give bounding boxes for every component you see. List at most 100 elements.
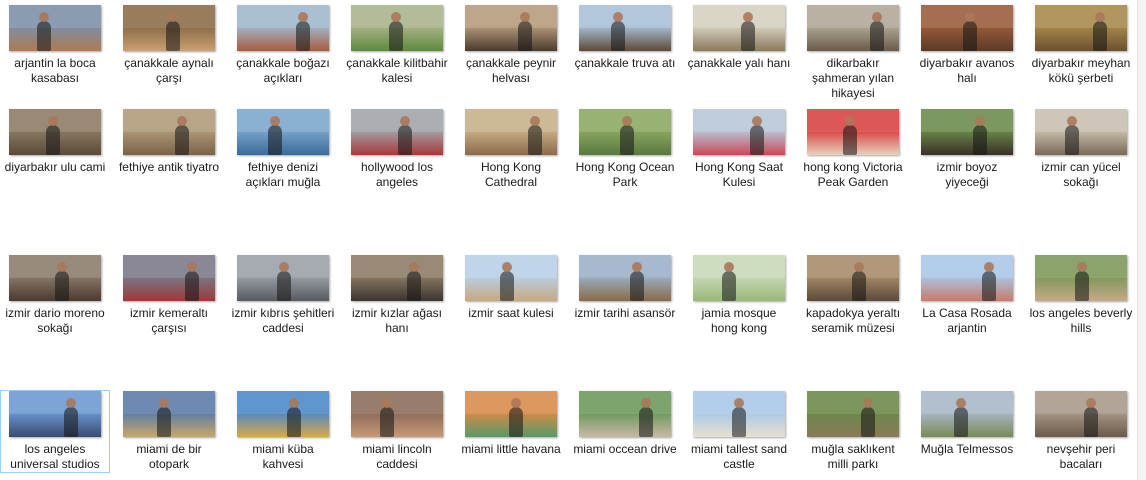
file-item[interactable]: los angeles universal studios xyxy=(0,390,110,473)
video-thumbnail xyxy=(9,391,101,437)
video-thumbnail xyxy=(123,5,215,51)
file-name: los angeles universal studios xyxy=(10,442,100,471)
video-thumbnail xyxy=(807,391,899,437)
video-thumbnail xyxy=(921,5,1013,51)
file-item[interactable]: izmir kızlar ağası hanı xyxy=(342,254,452,337)
file-name: dikarbakır şahmeran yılan hikayesi xyxy=(811,56,895,100)
person-figure xyxy=(750,116,765,155)
file-name: miami de bir otopark xyxy=(136,442,202,471)
video-thumbnail xyxy=(351,255,443,301)
file-item[interactable]: Hong Kong Saat Kulesi xyxy=(684,108,794,191)
file-item[interactable]: çanakkale boğazı açıkları xyxy=(228,4,338,87)
file-item[interactable]: miami de bir otopark xyxy=(114,390,224,473)
file-item[interactable]: La Casa Rosada arjantin xyxy=(912,254,1022,337)
video-thumbnail xyxy=(123,255,215,301)
file-item[interactable]: diyarbakır ulu cami xyxy=(0,108,110,176)
person-figure xyxy=(1074,262,1089,301)
file-item[interactable]: miami occean drive xyxy=(570,390,680,458)
file-name: los angeles beverly hills xyxy=(1029,306,1133,335)
file-item[interactable]: kapadokya yeraltı seramik müzesi xyxy=(798,254,908,337)
file-item[interactable]: izmir kemeraltı çarşısı xyxy=(114,254,224,337)
file-item[interactable]: miami tallest sand castle xyxy=(684,390,794,473)
file-item[interactable]: fethiye denizi açıkları muğla xyxy=(228,108,338,191)
video-thumbnail xyxy=(921,255,1013,301)
person-figure xyxy=(1065,116,1080,155)
person-figure xyxy=(611,12,626,51)
file-item[interactable]: izmir kıbrıs şehitleri caddesi xyxy=(228,254,338,337)
file-item[interactable]: çanakkale truva atı xyxy=(570,4,680,72)
file-name: miami little havana xyxy=(461,442,561,456)
file-item[interactable]: Hong Kong Ocean Park xyxy=(570,108,680,191)
person-figure xyxy=(388,12,403,51)
file-item[interactable]: çanakkale peynir helvası xyxy=(456,4,566,87)
video-thumbnail xyxy=(1035,391,1127,437)
video-thumbnail xyxy=(351,391,443,437)
file-item[interactable]: miami küba kahvesi xyxy=(228,390,338,473)
file-item[interactable]: çanakkale yalı hanı xyxy=(684,4,794,72)
file-item[interactable]: çanakkale aynalı çarşı xyxy=(114,4,224,87)
video-thumbnail xyxy=(807,255,899,301)
file-item[interactable]: izmir tarihi asansör xyxy=(570,254,680,322)
file-item[interactable]: izmir dario moreno sokağı xyxy=(0,254,110,337)
file-name: izmir boyoz yiyeceği xyxy=(936,160,998,189)
video-thumbnail xyxy=(465,391,557,437)
file-name: diyarbakır avanos halı xyxy=(919,56,1015,85)
person-figure xyxy=(175,116,190,155)
file-item[interactable]: hong kong Victoria Peak Garden xyxy=(798,108,908,191)
person-figure xyxy=(157,398,172,437)
file-item[interactable]: diyarbakır meyhan kökü şerbeti xyxy=(1026,4,1136,87)
person-figure xyxy=(295,12,310,51)
file-name: çanakkale aynalı çarşı xyxy=(124,56,214,85)
file-name: jamia mosque hong kong xyxy=(701,306,777,335)
video-thumbnail xyxy=(693,391,785,437)
file-item[interactable]: miami little havana xyxy=(456,390,566,458)
video-thumbnail xyxy=(465,255,557,301)
video-thumbnail xyxy=(807,109,899,155)
file-name: izmir dario moreno sokağı xyxy=(5,306,105,335)
file-item[interactable]: miami lincoln caddesi xyxy=(342,390,452,473)
person-figure xyxy=(64,398,79,437)
person-figure xyxy=(286,398,301,437)
file-item[interactable]: Muğla Telmessos xyxy=(912,390,1022,458)
file-item[interactable]: nevşehir peri bacaları xyxy=(1026,390,1136,473)
file-name: izmir kızlar ağası hanı xyxy=(351,306,443,335)
person-figure xyxy=(954,398,969,437)
person-figure xyxy=(184,262,199,301)
file-item[interactable]: dikarbakır şahmeran yılan hikayesi xyxy=(798,4,908,102)
video-thumbnail xyxy=(579,255,671,301)
file-item[interactable]: fethiye antik tiyatro xyxy=(114,108,224,176)
person-figure xyxy=(620,116,635,155)
file-item[interactable]: muğla saklıkent milli parkı xyxy=(798,390,908,473)
vertical-scrollbar[interactable] xyxy=(1137,0,1146,480)
video-thumbnail xyxy=(123,109,215,155)
person-figure xyxy=(972,116,987,155)
video-thumbnail xyxy=(807,5,899,51)
file-item[interactable]: izmir boyoz yiyeceği xyxy=(912,108,1022,191)
video-thumbnail xyxy=(1035,255,1127,301)
file-name: Hong Kong Cathedral xyxy=(480,160,542,189)
file-name: çanakkale yalı hanı xyxy=(687,56,791,70)
person-figure xyxy=(852,262,867,301)
file-item[interactable]: diyarbakır avanos halı xyxy=(912,4,1022,87)
file-item[interactable]: jamia mosque hong kong xyxy=(684,254,794,337)
file-item[interactable]: hollywood los angeles xyxy=(342,108,452,191)
file-item[interactable]: Hong Kong Cathedral xyxy=(456,108,566,191)
person-figure xyxy=(379,398,394,437)
file-name: miami küba kahvesi xyxy=(252,442,314,471)
video-thumbnail xyxy=(921,109,1013,155)
file-name: izmir can yücel sokağı xyxy=(1041,160,1121,189)
video-thumbnail xyxy=(9,109,101,155)
video-thumbnail xyxy=(579,5,671,51)
file-item[interactable]: izmir saat kulesi xyxy=(456,254,566,322)
file-name: muğla saklıkent milli parkı xyxy=(811,442,895,471)
video-thumbnail xyxy=(237,391,329,437)
person-figure xyxy=(981,262,996,301)
file-item[interactable]: izmir can yücel sokağı xyxy=(1026,108,1136,191)
person-figure xyxy=(55,262,69,301)
file-item[interactable]: arjantin la boca kasabası xyxy=(0,4,110,87)
file-item[interactable]: çanakkale kilitbahir kalesi xyxy=(342,4,452,87)
file-item[interactable]: los angeles beverly hills xyxy=(1026,254,1136,337)
video-thumbnail xyxy=(465,5,557,51)
video-thumbnail xyxy=(921,391,1013,437)
file-name: diyarbakır meyhan kökü şerbeti xyxy=(1031,56,1131,85)
